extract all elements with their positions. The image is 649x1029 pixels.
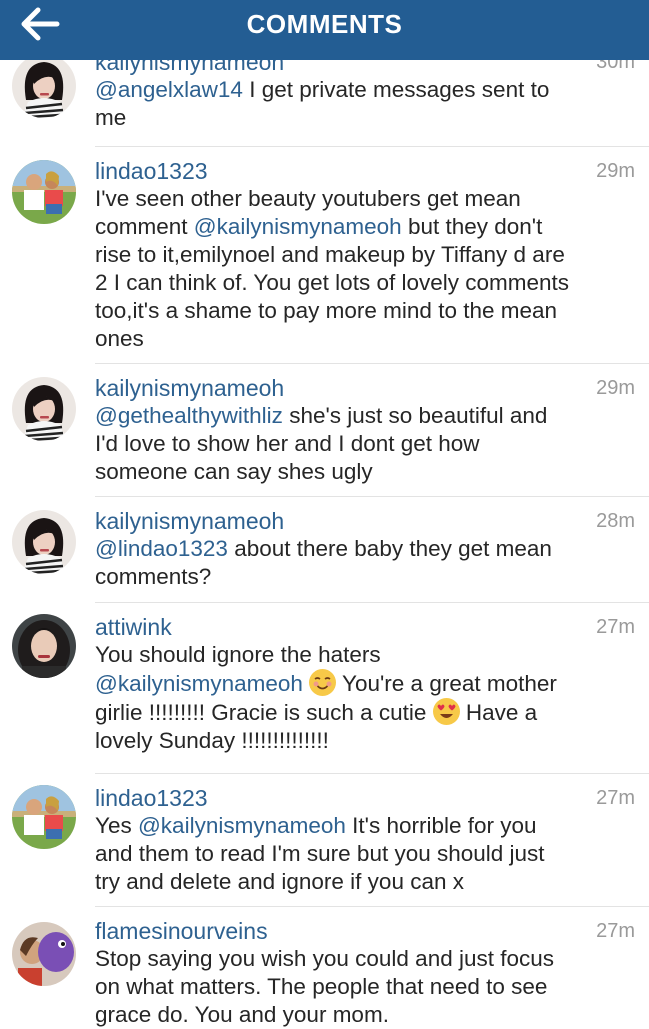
top-bar: COMMENTS xyxy=(0,0,649,60)
comment-text-line: @lindao1323 about there baby they get me… xyxy=(95,535,635,563)
avatar[interactable] xyxy=(12,160,76,224)
avatar[interactable] xyxy=(12,54,76,118)
comment-username[interactable]: attiwink xyxy=(95,612,172,642)
comment-text-segment: Yes xyxy=(95,813,138,838)
comment-divider xyxy=(95,146,649,147)
comment-text-line: rise to it,emilynoel and makeup by Tiffa… xyxy=(95,241,635,269)
mention-link[interactable]: @kailynismynameoh xyxy=(138,813,346,838)
comment-text-line: try and delete and ignore if you can x xyxy=(95,868,635,896)
comment-text-segment: about there baby they get mean xyxy=(227,536,552,561)
comment-text-line: Yes @kailynismynameoh It's horrible for … xyxy=(95,812,635,840)
comment-text-segment: and them to read I'm sure but you should… xyxy=(95,841,545,866)
comment-text-segment: someone can say shes ugly xyxy=(95,459,373,484)
avatar[interactable] xyxy=(12,922,76,986)
mention-link[interactable]: @angelxlaw14 xyxy=(95,77,243,102)
comment-timestamp: 29m xyxy=(596,377,635,399)
comment-timestamp: 27m xyxy=(596,616,635,638)
comment-username[interactable]: lindao1323 xyxy=(95,783,208,813)
comment-text-line: girlie !!!!!!!!! Gracie is such a cutie … xyxy=(95,698,635,727)
comment-text-segment: I've seen other beauty youtubers get mea… xyxy=(95,186,521,211)
smiling-face-icon xyxy=(309,669,337,696)
comment-text: You should ignore the haters @kailynismyn… xyxy=(95,641,635,755)
comment-text-segment: but they don't xyxy=(401,214,543,239)
comment-text-segment: It's horrible for you xyxy=(345,813,537,838)
avatar[interactable] xyxy=(12,785,76,849)
comment-text-line: @angelxlaw14 I get private messages sent… xyxy=(95,76,635,104)
comment-text-segment: too,it's a shame to pay more mind to the… xyxy=(95,298,558,323)
comment-text-line: I've seen other beauty youtubers get mea… xyxy=(95,185,635,213)
comment-text: @angelxlaw14 I get private messages sent… xyxy=(95,76,635,132)
comment-text-line: comment @kailynismynameoh but they don't xyxy=(95,213,635,241)
comment-text-line: @gethealthywithliz she's just so beautif… xyxy=(95,402,635,430)
comment-timestamp: 28m xyxy=(596,510,635,532)
comment-text-segment: Have a xyxy=(459,700,538,725)
heart-eyes-icon xyxy=(432,698,460,725)
comment-text-line: @kailynismynameoh You're a great mother xyxy=(95,669,635,698)
comment-timestamp: 27m xyxy=(596,787,635,809)
avatar[interactable] xyxy=(12,377,76,441)
comment-divider xyxy=(95,906,649,907)
comment-divider xyxy=(95,773,649,774)
comment-text-segment: me xyxy=(95,105,127,130)
comment-text-line: too,it's a shame to pay more mind to the… xyxy=(95,297,635,325)
comment-timestamp: 29m xyxy=(596,160,635,182)
comment-text-line: someone can say shes ugly xyxy=(95,458,635,486)
mention-link[interactable]: @kailynismynameoh xyxy=(95,671,303,696)
comment-text-line: on what matters. The people that need to… xyxy=(95,973,635,1001)
comment-text-line: comments? xyxy=(95,563,635,591)
comment-username[interactable]: lindao1323 xyxy=(95,156,208,186)
comment-text-segment: I'd love to show her and I dont get how xyxy=(95,431,480,456)
comment-text-segment: You should ignore the haters xyxy=(95,642,381,667)
comment-text-line: Stop saying you wish you could and just … xyxy=(95,945,635,973)
page-title: COMMENTS xyxy=(246,9,403,39)
comment-text: @gethealthywithliz she's just so beautif… xyxy=(95,402,635,486)
avatar[interactable] xyxy=(12,510,76,574)
comment-text-segment: lovely Sunday !!!!!!!!!!!!!! xyxy=(95,728,329,753)
comment-text-segment: comment xyxy=(95,214,194,239)
comment-text-segment: comments? xyxy=(95,564,212,589)
comment-divider xyxy=(95,602,649,603)
comment-text-line: and them to read I'm sure but you should… xyxy=(95,840,635,868)
comment-text-segment: I get private messages sent to xyxy=(242,77,550,102)
comment-text-segment: 2 I can think of. You get lots of lovely… xyxy=(95,270,570,295)
avatar[interactable] xyxy=(12,614,76,678)
comment-text-segment: You're a great mother xyxy=(336,671,557,696)
comment-text-line: me xyxy=(95,104,635,132)
comment-text-segment: grace do. You and your mom. xyxy=(95,1002,389,1027)
comment-text-segment: ones xyxy=(95,326,144,351)
comment-text-segment: on what matters. The people that need to… xyxy=(95,974,548,999)
comment-username[interactable]: kailynismynameoh xyxy=(95,506,284,536)
comment-divider xyxy=(95,496,649,497)
comment-text-line: ones xyxy=(95,325,635,353)
comment-text-line: grace do. You and your mom. xyxy=(95,1001,635,1029)
comment-text: I've seen other beauty youtubers get mea… xyxy=(95,185,635,353)
comment-text-line: I'd love to show her and I dont get how xyxy=(95,430,635,458)
comment-text-line: You should ignore the haters xyxy=(95,641,635,669)
comment-timestamp: 27m xyxy=(596,920,635,942)
comment-text-segment: try and delete and ignore if you can x xyxy=(95,869,464,894)
comment-text-line: 2 I can think of. You get lots of lovely… xyxy=(95,269,635,297)
mention-link[interactable]: @lindao1323 xyxy=(95,536,228,561)
comment-username[interactable]: kailynismynameoh xyxy=(95,373,284,403)
comment-text-segment: Stop saying you wish you could and just … xyxy=(95,946,555,971)
comment-username[interactable]: flamesinourveins xyxy=(95,916,268,946)
comment-text-line: lovely Sunday !!!!!!!!!!!!!! xyxy=(95,727,635,755)
mention-link[interactable]: @gethealthywithliz xyxy=(95,403,283,428)
comment-text: Yes @kailynismynameoh It's horrible for … xyxy=(95,812,635,896)
comment-text: Stop saying you wish you could and just … xyxy=(95,945,635,1029)
comment-text: @lindao1323 about there baby they get me… xyxy=(95,535,635,591)
comment-text-segment: she's just so beautiful and xyxy=(282,403,548,428)
comment-text-segment: girlie !!!!!!!!! Gracie is such a cutie xyxy=(95,700,433,725)
mention-link[interactable]: @kailynismynameoh xyxy=(194,214,402,239)
comment-divider xyxy=(95,363,649,364)
comment-text-segment: rise to it,emilynoel and makeup by Tiffa… xyxy=(95,242,565,267)
